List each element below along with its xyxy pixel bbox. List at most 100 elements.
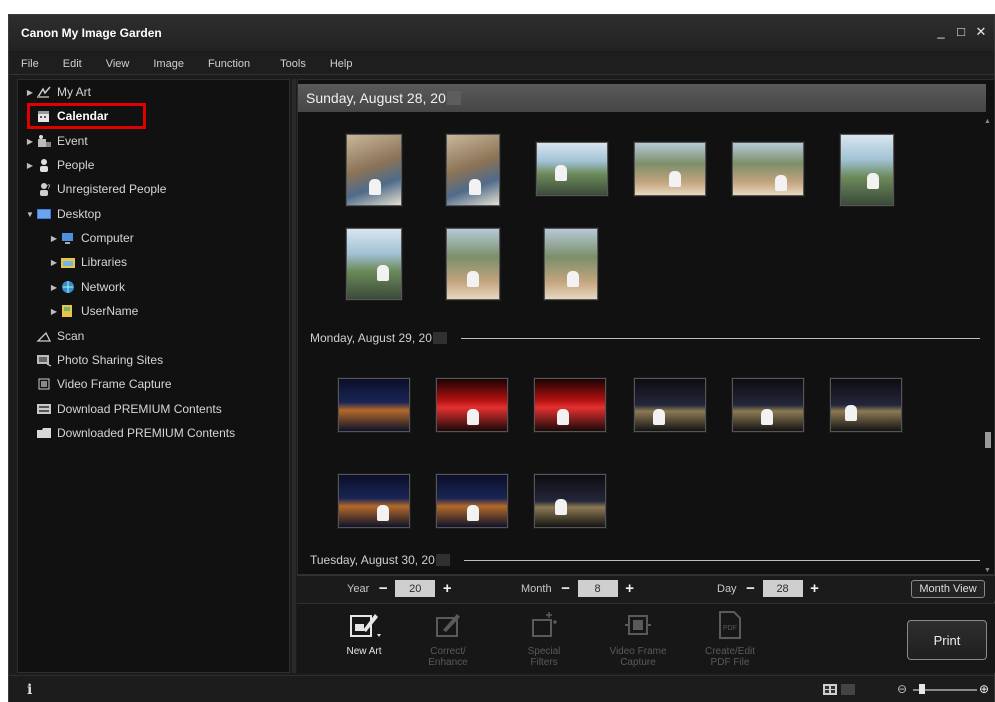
expand-arrow-icon[interactable]: ▶ [48,283,60,292]
sidebar-item-username[interactable]: ▶ UserName [48,301,138,321]
sidebar-item-label: Unregistered People [57,182,167,196]
sidebar-item-scan[interactable]: Scan [24,326,84,346]
day-label: Day [717,582,737,595]
scroll-thumb[interactable] [985,432,991,448]
photo-thumbnail[interactable] [346,228,402,300]
zoom-out-icon[interactable]: ⊖ [897,682,907,696]
new-art-icon [349,610,381,640]
photo-thumbnail[interactable] [436,378,508,432]
menu-function[interactable]: Function [196,58,262,70]
special-filters-icon [529,610,559,640]
menu-tools[interactable]: Tools [268,58,318,70]
sidebar-item-label: Network [81,280,126,294]
month-decrement-button[interactable]: − [558,580,574,597]
zoom-knob[interactable] [919,684,925,694]
photo-thumbnail[interactable] [732,378,804,432]
people-icon [36,158,52,172]
thumbnail-view-icon[interactable] [823,684,837,695]
expand-arrow-icon[interactable]: ▶ [24,137,36,146]
menu-view[interactable]: View [94,58,142,70]
new-art-button[interactable]: New Art [323,610,405,657]
sidebar-item-photo-sharing-sites[interactable]: Photo Sharing Sites [24,350,163,370]
sidebar-item-computer[interactable]: ▶ Computer [48,228,134,248]
sidebar-item-label: Computer [81,231,134,245]
year-field[interactable]: 20 [395,580,436,597]
photo-thumbnail[interactable] [634,142,706,196]
redacted-year [446,91,461,105]
sidebar-item-video-frame-capture[interactable]: Video Frame Capture [24,374,172,394]
scroll-down-icon[interactable]: ▼ [984,567,991,574]
sidebar-item-download-premium-contents[interactable]: Download PREMIUM Contents [24,399,222,419]
sidebar-item-people[interactable]: ▶ People [24,155,94,175]
panel-splitter[interactable] [292,79,296,673]
day-separator-label: Monday, August 29, 20 [310,331,432,345]
photo-thumbnail[interactable] [732,142,804,196]
month-increment-button[interactable]: + [622,580,638,597]
sidebar-item-downloaded-premium-contents[interactable]: Downloaded PREMIUM Contents [24,423,235,443]
sidebar-item-unregistered-people[interactable]: ? Unregistered People [24,179,166,199]
sidebar-item-label: Video Frame Capture [57,377,172,391]
video-frame-capture-button[interactable]: Video Frame Capture [597,610,679,668]
photo-thumbnail[interactable] [446,228,500,300]
sidebar-item-event[interactable]: ▶ Event [24,131,88,151]
menu-image[interactable]: Image [141,58,196,70]
photo-thumbnail[interactable] [534,474,606,528]
photo-thumbnail[interactable] [338,378,410,432]
expand-arrow-icon[interactable]: ▶ [24,88,36,97]
view-mode-toggle [823,684,855,695]
minimize-icon[interactable]: _ [934,25,948,39]
day-separator: Monday, August 29, 20 [310,330,980,346]
vertical-scrollbar[interactable]: ▲ ▼ [984,118,991,574]
detail-view-icon[interactable] [841,684,855,695]
menu-edit[interactable]: Edit [51,58,94,70]
zoom-in-icon[interactable]: ⊕ [979,682,989,696]
month-view-button[interactable]: Month View [911,580,985,598]
photo-thumbnail[interactable] [436,474,508,528]
zoom-slider[interactable]: ⊖ ⊕ [897,682,989,698]
my-art-icon [36,85,52,99]
sidebar-item-my-art[interactable]: ▶ My Art [24,82,91,102]
photo-thumbnail[interactable] [544,228,598,300]
sidebar-item-desktop[interactable]: ▼ Desktop [24,204,101,224]
day-field[interactable]: 28 [762,580,803,597]
expand-arrow-icon[interactable]: ▶ [48,234,60,243]
close-icon[interactable]: ✕ [974,25,988,39]
status-bar: i ⊖ ⊕ [9,675,994,702]
expand-arrow-icon[interactable]: ▶ [48,307,60,316]
photo-thumbnail[interactable] [840,134,894,206]
scroll-up-icon[interactable]: ▲ [984,118,991,125]
app-title: Canon My Image Garden [21,26,162,40]
info-icon[interactable]: i [27,682,32,698]
sidebar-item-calendar[interactable]: Calendar [24,106,108,126]
day-increment-button[interactable]: + [807,580,823,597]
photo-thumbnail[interactable] [346,134,402,206]
sidebar-item-libraries[interactable]: ▶ Libraries [48,252,127,272]
day-decrement-button[interactable]: − [743,580,759,597]
photo-thumbnail[interactable] [446,134,500,206]
special-filters-label: Special Filters [527,646,561,668]
special-filters-button[interactable]: Special Filters [503,610,585,668]
month-field[interactable]: 8 [577,580,618,597]
print-button[interactable]: Print [907,620,987,660]
year-decrement-button[interactable]: − [375,580,391,597]
photo-thumbnail[interactable] [830,378,902,432]
expand-arrow-icon[interactable]: ▶ [48,258,60,267]
correct-enhance-button[interactable]: Correct/ Enhance [407,610,489,668]
photo-sharing-icon [36,353,52,367]
photo-thumbnail[interactable] [634,378,706,432]
bottom-toolbar: New Art Correct/ Enhance Special Filters… [297,603,995,673]
expand-arrow-icon[interactable]: ▶ [24,161,36,170]
month-label: Month [521,582,552,595]
year-increment-button[interactable]: + [439,580,455,597]
photo-thumbnail[interactable] [338,474,410,528]
sidebar-item-network[interactable]: ▶ Network [48,277,125,297]
photo-thumbnail[interactable] [536,142,608,196]
photo-thumbnail[interactable] [534,378,606,432]
menu-file[interactable]: File [9,58,51,70]
video-frame-capture-icon [623,610,653,640]
menu-help[interactable]: Help [318,58,365,70]
create-edit-pdf-button[interactable]: PDF Create/Edit PDF File [689,610,771,668]
correct-enhance-label: Correct/ Enhance [428,646,468,668]
maximize-icon[interactable]: □ [954,25,968,39]
collapse-arrow-icon[interactable]: ▼ [24,210,36,219]
